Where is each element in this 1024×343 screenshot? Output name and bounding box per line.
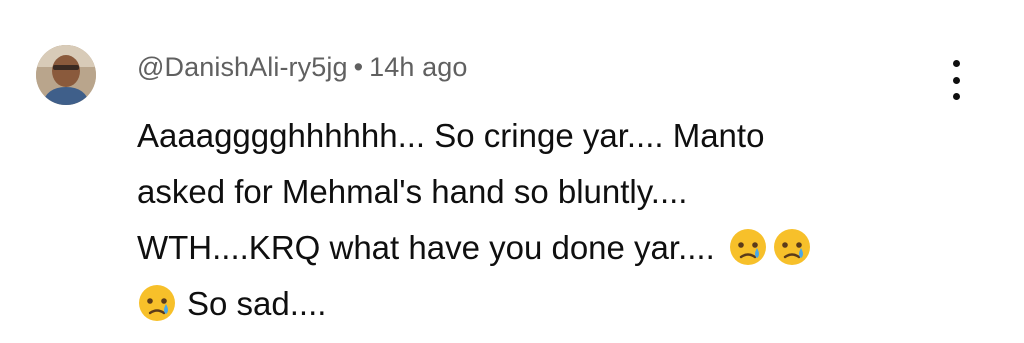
comment-text: Aaaagggghhhhhh... So cringe yar.... Mant… (137, 108, 957, 332)
comment-line-2: asked for Mehmal's hand so bluntly.... (137, 173, 688, 210)
comment-line-3: WTH....KRQ what have you done yar.... (137, 220, 957, 276)
author-handle[interactable]: @DanishAli-ry5jg (137, 52, 348, 82)
crying-face-icon (773, 229, 810, 265)
more-vertical-icon (952, 60, 960, 67)
meta-separator: • (353, 52, 364, 82)
comment-line-1: Aaaagggghhhhhh... So cringe yar.... Mant… (137, 117, 765, 154)
comment: @DanishAli-ry5jg • 14h ago Aaaagggghhhhhh.… (0, 0, 1024, 343)
crying-face-icon (729, 229, 766, 265)
comment-meta: @DanishAli-ry5jg • 14h ago (137, 52, 467, 83)
avatar[interactable] (36, 45, 96, 105)
comment-timestamp[interactable]: 14h ago (369, 52, 467, 82)
avatar-photo (36, 45, 96, 105)
more-options-button[interactable] (938, 60, 974, 100)
comment-line-4: So sad.... (137, 276, 957, 332)
crying-face-icon (139, 285, 175, 321)
